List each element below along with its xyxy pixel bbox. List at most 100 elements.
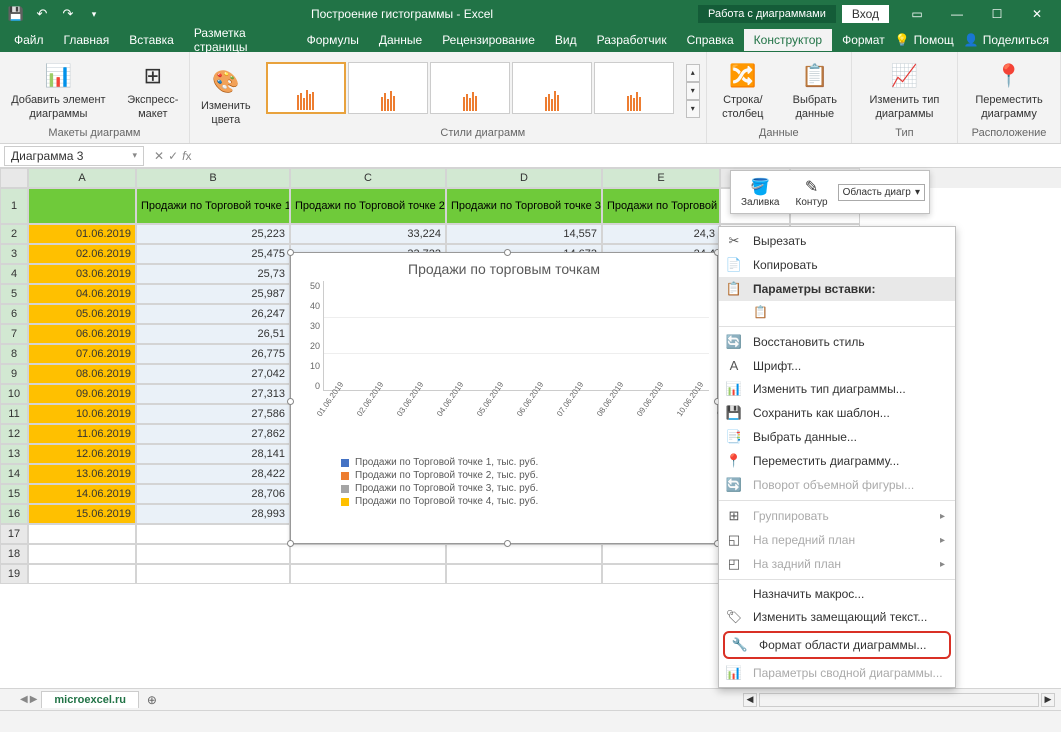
menu-restore-style[interactable]: 🔄Восстановить стиль: [719, 330, 955, 354]
cell[interactable]: 14.06.2019: [28, 484, 136, 504]
menu-paste-item[interactable]: 📋: [719, 301, 955, 323]
cell[interactable]: 25,475: [136, 244, 290, 264]
row-header[interactable]: 5: [0, 284, 28, 304]
change-colors-button[interactable]: 🎨 Изменить цвета: [196, 66, 256, 126]
row-header[interactable]: 8: [0, 344, 28, 364]
cell[interactable]: 27,042: [136, 364, 290, 384]
cell[interactable]: 08.06.2019: [28, 364, 136, 384]
table-header-cell[interactable]: Продажи по Торговой точке 4, тыс. руб.: [602, 188, 720, 224]
redo-icon[interactable]: ↷: [56, 3, 80, 25]
change-chart-type-button[interactable]: 📈 Изменить тип диаграммы: [858, 60, 951, 120]
chart-title[interactable]: Продажи по торговым точкам: [291, 253, 717, 281]
row-header[interactable]: 12: [0, 424, 28, 444]
cell[interactable]: 01.06.2019: [28, 224, 136, 244]
row-header[interactable]: 6: [0, 304, 28, 324]
qat-dropdown-icon[interactable]: ▾: [82, 3, 106, 25]
save-icon[interactable]: 💾: [4, 3, 28, 25]
sheet-nav-prev-icon[interactable]: ◀: [20, 694, 28, 705]
tab-data[interactable]: Данные: [369, 29, 432, 51]
cell[interactable]: 06.06.2019: [28, 324, 136, 344]
x-axis-labels[interactable]: 01.06.201902.06.201903.06.201904.06.2019…: [291, 413, 717, 451]
cell[interactable]: 28,141: [136, 444, 290, 464]
col-header[interactable]: A: [28, 168, 136, 188]
cell[interactable]: 25,73: [136, 264, 290, 284]
menu-cut[interactable]: ✂Вырезать: [719, 229, 955, 253]
table-header-cell[interactable]: Продажи по Торговой точке 2, тыс. руб.: [290, 188, 446, 224]
close-icon[interactable]: ✕: [1017, 0, 1057, 28]
cell[interactable]: 05.06.2019: [28, 304, 136, 324]
tell-me[interactable]: 💡Помощ: [895, 33, 954, 47]
row-header[interactable]: 4: [0, 264, 28, 284]
tab-design[interactable]: Конструктор: [744, 29, 832, 51]
cell[interactable]: 28,993: [136, 504, 290, 524]
quick-layout-button[interactable]: ⊞ Экспресс-макет: [123, 60, 183, 120]
select-all-corner[interactable]: [0, 168, 28, 188]
cell[interactable]: 26,775: [136, 344, 290, 364]
tab-formulas[interactable]: Формулы: [297, 29, 369, 51]
cell[interactable]: 09.06.2019: [28, 384, 136, 404]
tab-insert[interactable]: Вставка: [119, 29, 184, 51]
tab-home[interactable]: Главная: [54, 29, 120, 51]
chevron-down-icon[interactable]: ▾: [132, 150, 137, 161]
cell[interactable]: 26,247: [136, 304, 290, 324]
row-header[interactable]: 19: [0, 564, 28, 584]
tab-review[interactable]: Рецензирование: [432, 29, 545, 51]
cell[interactable]: 02.06.2019: [28, 244, 136, 264]
row-header[interactable]: 10: [0, 384, 28, 404]
style-item[interactable]: [512, 62, 592, 114]
select-data-button[interactable]: 📋 Выбрать данные: [785, 60, 845, 120]
menu-font[interactable]: AШрифт...: [719, 354, 955, 377]
row-header[interactable]: 18: [0, 544, 28, 564]
tab-file[interactable]: Файл: [4, 29, 54, 51]
style-item[interactable]: [348, 62, 428, 114]
table-header-cell[interactable]: [28, 188, 136, 224]
style-item[interactable]: [430, 62, 510, 114]
horizontal-scrollbar[interactable]: ◀▶: [165, 693, 1061, 707]
menu-select-data[interactable]: 📑Выбрать данные...: [719, 425, 955, 449]
chart-styles-gallery[interactable]: [266, 62, 674, 120]
row-header[interactable]: 13: [0, 444, 28, 464]
switch-row-col-button[interactable]: 🔀 Строка/ столбец: [713, 60, 773, 120]
row-header[interactable]: 2: [0, 224, 28, 244]
table-header-cell[interactable]: Продажи по Торговой точке 3, тыс. руб.: [446, 188, 602, 224]
cell[interactable]: 15.06.2019: [28, 504, 136, 524]
move-chart-button[interactable]: 📍 Переместить диаграмму: [964, 60, 1054, 120]
row-header[interactable]: 7: [0, 324, 28, 344]
menu-move-chart[interactable]: 📍Переместить диаграмму...: [719, 449, 955, 473]
cell[interactable]: 04.06.2019: [28, 284, 136, 304]
menu-format-chart-area[interactable]: 🔧Формат области диаграммы...: [723, 631, 951, 659]
undo-icon[interactable]: ↶: [30, 3, 54, 25]
cell[interactable]: 27,313: [136, 384, 290, 404]
chart-legend[interactable]: Продажи по Торговой точке 1, тыс. руб.Пр…: [291, 451, 717, 513]
tab-view[interactable]: Вид: [545, 29, 587, 51]
formula-input[interactable]: [197, 146, 1061, 166]
row-header[interactable]: 14: [0, 464, 28, 484]
login-button[interactable]: Вход: [842, 5, 889, 23]
outline-button[interactable]: ✎Контур: [790, 175, 834, 210]
cancel-formula-icon[interactable]: ✕: [154, 149, 164, 163]
y-axis[interactable]: 50403020100: [299, 281, 323, 391]
style-item[interactable]: [594, 62, 674, 114]
cell[interactable]: 33,224: [290, 224, 446, 244]
enter-formula-icon[interactable]: ✓: [168, 149, 178, 163]
tab-developer[interactable]: Разработчик: [587, 29, 677, 51]
fill-button[interactable]: 🪣Заливка: [735, 175, 786, 210]
ribbon-options-icon[interactable]: ▭: [897, 0, 937, 28]
cell[interactable]: 10.06.2019: [28, 404, 136, 424]
row-header[interactable]: 15: [0, 484, 28, 504]
col-header[interactable]: D: [446, 168, 602, 188]
chart-element-selector[interactable]: Область диагр▾: [838, 184, 925, 201]
fx-icon[interactable]: fx: [182, 149, 191, 163]
cell[interactable]: 24,3: [602, 224, 720, 244]
cell[interactable]: 07.06.2019: [28, 344, 136, 364]
menu-save-template[interactable]: 💾Сохранить как шаблон...: [719, 401, 955, 425]
cell[interactable]: 14,557: [446, 224, 602, 244]
cell[interactable]: 25,987: [136, 284, 290, 304]
row-header[interactable]: 9: [0, 364, 28, 384]
cell[interactable]: 25,223: [136, 224, 290, 244]
maximize-icon[interactable]: ☐: [977, 0, 1017, 28]
minimize-icon[interactable]: —: [937, 0, 977, 28]
add-sheet-button[interactable]: ⊕: [143, 693, 161, 707]
cell[interactable]: 28,422: [136, 464, 290, 484]
cell[interactable]: 12.06.2019: [28, 444, 136, 464]
